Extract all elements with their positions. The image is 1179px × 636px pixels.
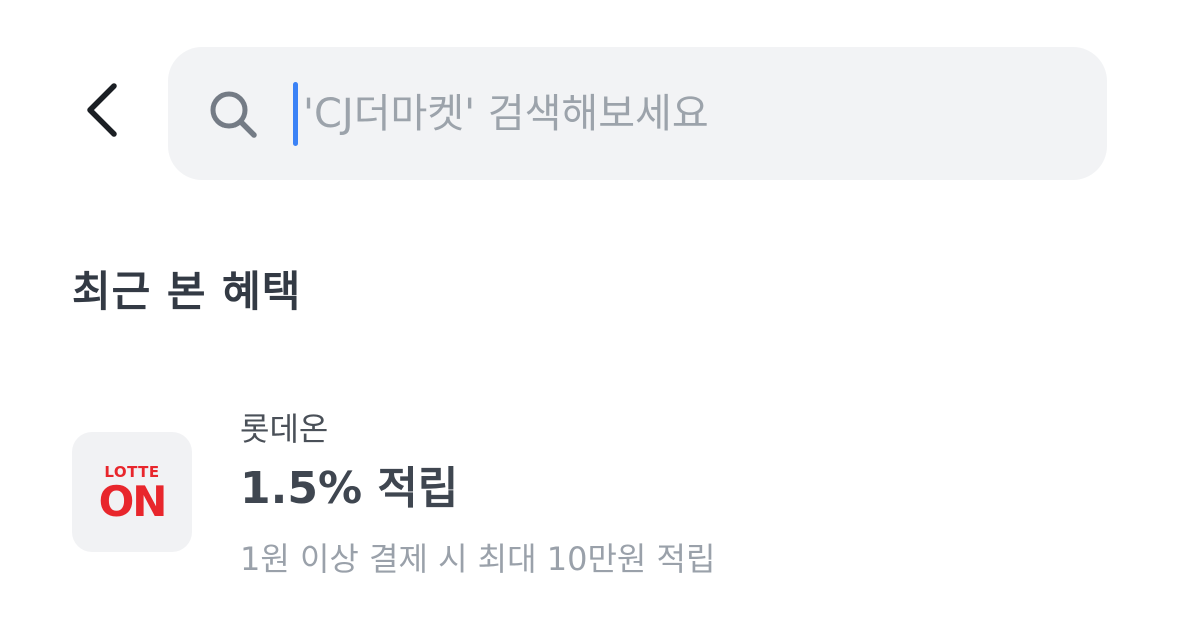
- chevron-left-icon: [87, 83, 117, 137]
- merchant-name: 롯데온: [240, 410, 329, 448]
- benefit-item[interactable]: LOTTE ON 롯데온 1.5% 적립 1원 이상 결제 시 최대 10만원 …: [72, 392, 1112, 592]
- logo-text-bottom: ON: [98, 477, 168, 526]
- benefit-headline: 1.5% 적립: [240, 463, 459, 514]
- back-button[interactable]: [70, 72, 134, 148]
- text-cursor: [293, 82, 298, 146]
- search-icon: [210, 91, 257, 138]
- search-input[interactable]: [303, 80, 1083, 148]
- lotteon-logo: LOTTE ON: [72, 432, 192, 552]
- section-title: 최근 본 혜택: [72, 267, 302, 316]
- recent-benefits-screen: 최근 본 혜택 LOTTE ON 롯데온 1.5% 적립 1원 이상 결제 시 …: [0, 0, 1179, 636]
- benefit-description: 1원 이상 결제 시 최대 10만원 적립: [240, 540, 716, 578]
